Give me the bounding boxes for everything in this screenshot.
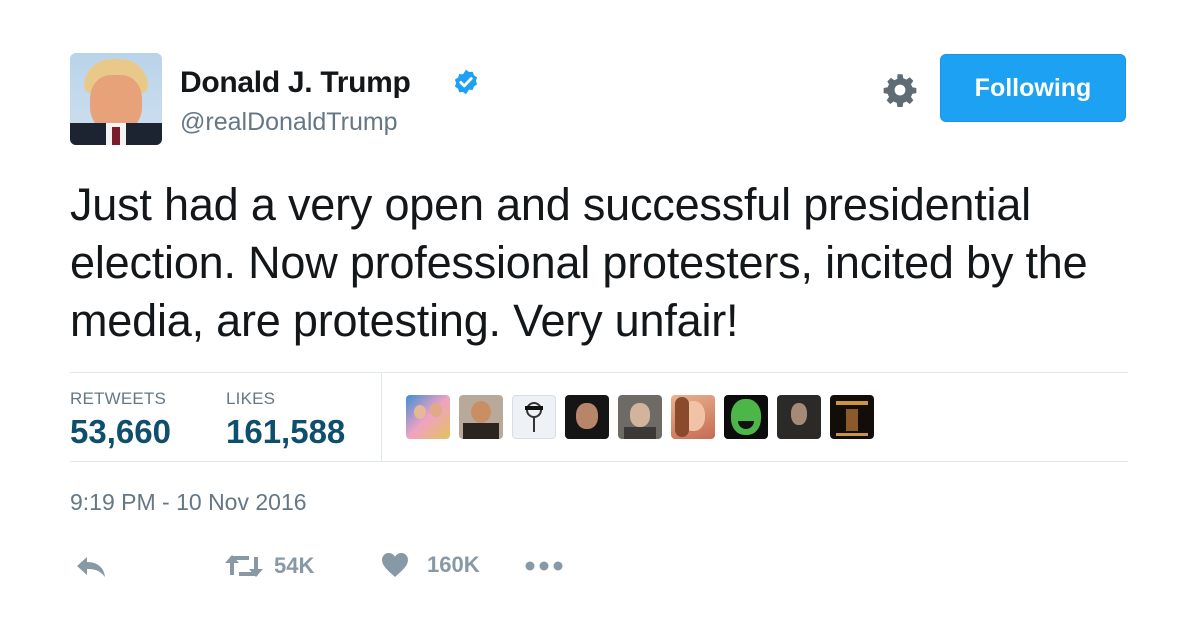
retweet-button[interactable]: 54K — [224, 553, 314, 579]
liker-avatar-8[interactable] — [777, 395, 821, 439]
reply-icon — [77, 557, 105, 577]
like-button[interactable]: 160K — [381, 552, 480, 578]
liker-avatar-1[interactable] — [406, 395, 450, 439]
heart-icon — [382, 553, 408, 577]
retweets-count[interactable]: 53,660 — [70, 413, 171, 451]
verified-badge-icon — [454, 69, 478, 95]
reply-button[interactable] — [76, 555, 108, 579]
likes-label: LIKES — [226, 389, 276, 408]
gear-icon[interactable] — [882, 72, 918, 108]
retweet-icon — [225, 555, 263, 577]
liker-avatar-6[interactable] — [671, 395, 715, 439]
more-button[interactable] — [525, 560, 565, 572]
display-name[interactable]: Donald J. Trump — [180, 66, 411, 100]
likes-count[interactable]: 161,588 — [226, 413, 345, 451]
liker-avatar-3[interactable] — [512, 395, 556, 439]
tweet-text: Just had a very open and successful pres… — [70, 179, 1088, 346]
liker-avatar-5[interactable] — [618, 395, 662, 439]
like-count: 160K — [427, 552, 480, 577]
retweet-count: 54K — [274, 553, 315, 578]
stats-divider-top — [70, 372, 1128, 373]
liker-avatars — [406, 395, 874, 439]
liker-avatar-2[interactable] — [459, 395, 503, 439]
tweet-timestamp[interactable]: 9:19 PM - 10 Nov 2016 — [70, 489, 307, 516]
retweets-label: RETWEETS — [70, 389, 167, 408]
profile-avatar[interactable] — [70, 53, 162, 145]
stats-divider-bottom — [70, 461, 1128, 462]
user-handle[interactable]: @realDonaldTrump — [180, 108, 398, 137]
liker-avatar-9[interactable] — [830, 395, 874, 439]
more-icon — [525, 561, 563, 571]
stats-separator — [381, 373, 382, 461]
liker-avatar-4[interactable] — [565, 395, 609, 439]
following-button[interactable]: Following — [940, 54, 1126, 122]
liker-avatar-7[interactable] — [724, 395, 768, 439]
